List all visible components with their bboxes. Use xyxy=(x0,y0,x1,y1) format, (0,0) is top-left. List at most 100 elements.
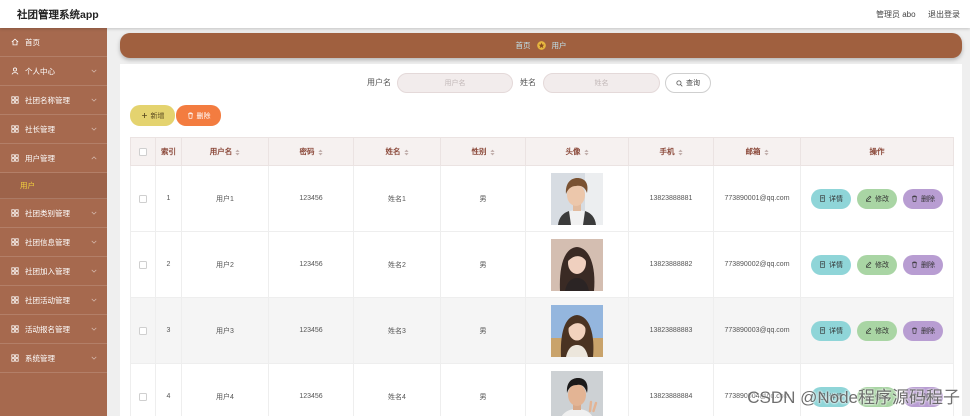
grid-icon xyxy=(11,96,19,104)
chevron-down-icon[interactable] xyxy=(91,68,97,74)
column-header-label: 用户名 xyxy=(209,147,233,156)
column-header-label: 邮箱 xyxy=(745,147,761,156)
username-search-input[interactable] xyxy=(397,73,513,93)
sort-icon[interactable] xyxy=(489,149,495,156)
sidebar-item-label: 社团信息管理 xyxy=(25,237,70,247)
table-header-row: 索引 用户名 密码 姓名 性别 头像 手机 邮箱 操作 xyxy=(130,137,954,166)
sidebar-item-club-categories[interactable]: 社团类别管理 xyxy=(0,199,107,228)
row-delete-button[interactable]: 删除 xyxy=(902,188,943,209)
batch-delete-button[interactable]: 删除 xyxy=(176,105,221,126)
add-button-label: 新增 xyxy=(150,112,165,120)
sort-icon[interactable] xyxy=(235,149,240,156)
chevron-down-icon[interactable] xyxy=(91,326,97,332)
password-cell: 123456 xyxy=(268,363,354,416)
chevron-down-icon[interactable] xyxy=(91,97,97,103)
star-icon xyxy=(536,41,546,50)
chevron-down-icon[interactable] xyxy=(91,268,97,274)
sidebar-item-system[interactable]: 系统管理 xyxy=(0,344,107,373)
add-button[interactable]: 新增 xyxy=(130,105,175,126)
sidebar-item-label: 社团名称管理 xyxy=(25,95,70,105)
row-checkbox[interactable] xyxy=(139,260,147,269)
sidebar-item-label: 社团加入管理 xyxy=(25,266,70,276)
row-delete-button[interactable]: 删除 xyxy=(902,254,943,275)
chevron-up-icon[interactable] xyxy=(91,155,97,161)
edit-button[interactable]: 修改 xyxy=(857,188,897,209)
header-select-all xyxy=(130,137,156,166)
column-header[interactable]: 手机 xyxy=(628,137,714,166)
name-cell: 姓名1 xyxy=(353,165,441,232)
column-header-label: 密码 xyxy=(299,147,315,156)
password-cell: 123456 xyxy=(268,297,354,364)
row-checkbox[interactable] xyxy=(139,392,147,401)
sort-icon[interactable] xyxy=(763,149,769,156)
name-cell: 姓名2 xyxy=(353,231,441,298)
detail-label: 详情 xyxy=(829,327,844,335)
detail-button[interactable]: 详情 xyxy=(811,188,852,209)
breadcrumb-current: 用户 xyxy=(551,41,567,50)
gender-cell: 男 xyxy=(440,363,526,416)
row-checkbox[interactable] xyxy=(139,326,147,335)
phone-cell: 13823888881 xyxy=(628,165,714,232)
detail-button[interactable]: 详情 xyxy=(811,254,852,275)
chevron-down-icon[interactable] xyxy=(91,239,97,245)
column-header[interactable]: 密码 xyxy=(268,137,354,166)
plus-icon xyxy=(141,113,147,118)
sidebar-item-user-management[interactable]: 用户管理 xyxy=(0,144,107,173)
avatar xyxy=(551,238,603,291)
username-label: 用户名 xyxy=(367,78,391,87)
column-header[interactable]: 用户名 xyxy=(181,137,269,166)
sidebar-item-label: 个人中心 xyxy=(25,66,55,76)
chevron-down-icon[interactable] xyxy=(91,297,97,303)
detail-label: 详情 xyxy=(829,195,844,203)
sidebar-item-club-info[interactable]: 社团信息管理 xyxy=(0,228,107,257)
sidebar-item-presidents[interactable]: 社长管理 xyxy=(0,115,107,144)
grid-icon xyxy=(11,209,19,217)
edit-button[interactable]: 修改 xyxy=(857,254,897,275)
column-header[interactable]: 姓名 xyxy=(353,137,441,166)
sidebar-item-club-activities[interactable]: 社团活动管理 xyxy=(0,286,107,315)
person-icon xyxy=(11,67,19,75)
breadcrumb: 首页 用户 xyxy=(120,33,962,58)
name-search-input[interactable] xyxy=(543,73,660,93)
avatar-cell xyxy=(525,363,629,416)
sidebar-item-home[interactable]: 首页 xyxy=(0,28,107,57)
column-header[interactable]: 邮箱 xyxy=(713,137,801,166)
column-header[interactable]: 头像 xyxy=(525,137,629,166)
sidebar-item-club-names[interactable]: 社团名称管理 xyxy=(0,86,107,115)
sidebar-item-profile[interactable]: 个人中心 xyxy=(0,57,107,86)
document-icon xyxy=(820,195,825,202)
grid-icon xyxy=(11,325,19,333)
index-cell: 4 xyxy=(155,363,182,416)
row-checkbox[interactable] xyxy=(139,194,147,203)
delete-label: 删除 xyxy=(920,195,935,203)
sidebar-item-activity-signups[interactable]: 活动报名管理 xyxy=(0,315,107,344)
search-icon xyxy=(676,79,683,87)
table-row: 3 用户3 123456 姓名3 男 13823888883 773890003… xyxy=(130,297,954,364)
password-cell: 123456 xyxy=(268,165,354,232)
search-button[interactable]: 查询 xyxy=(665,73,711,93)
chevron-down-icon[interactable] xyxy=(91,210,97,216)
select-all-checkbox[interactable] xyxy=(139,148,147,156)
gender-cell: 男 xyxy=(440,297,526,364)
sort-icon[interactable] xyxy=(677,149,683,156)
sort-icon[interactable] xyxy=(317,149,323,156)
detail-button[interactable]: 详情 xyxy=(811,320,852,341)
table-row: 1 用户1 123456 姓名1 男 13823888881 773890001… xyxy=(130,165,954,232)
chevron-down-icon[interactable] xyxy=(91,355,97,361)
sort-icon[interactable] xyxy=(583,149,589,156)
breadcrumb-home[interactable]: 首页 xyxy=(516,40,531,51)
column-header[interactable]: 性别 xyxy=(440,137,526,166)
sort-icon[interactable] xyxy=(403,149,409,156)
logout-link[interactable]: 退出登录 xyxy=(928,9,960,20)
trash-icon xyxy=(912,261,917,268)
sidebar-item-label: 首页 xyxy=(25,37,40,47)
row-delete-button[interactable]: 删除 xyxy=(902,320,943,341)
grid-icon xyxy=(11,296,19,304)
actions-cell: 详情 修改 删除 xyxy=(800,231,954,298)
sidebar-item-club-join[interactable]: 社团加入管理 xyxy=(0,257,107,286)
phone-cell: 13823888884 xyxy=(628,363,714,416)
edit-button[interactable]: 修改 xyxy=(857,320,897,341)
chevron-down-icon[interactable] xyxy=(91,126,97,132)
sidebar-subitem-users[interactable]: 用户 xyxy=(0,173,107,199)
grid-icon xyxy=(11,267,19,275)
